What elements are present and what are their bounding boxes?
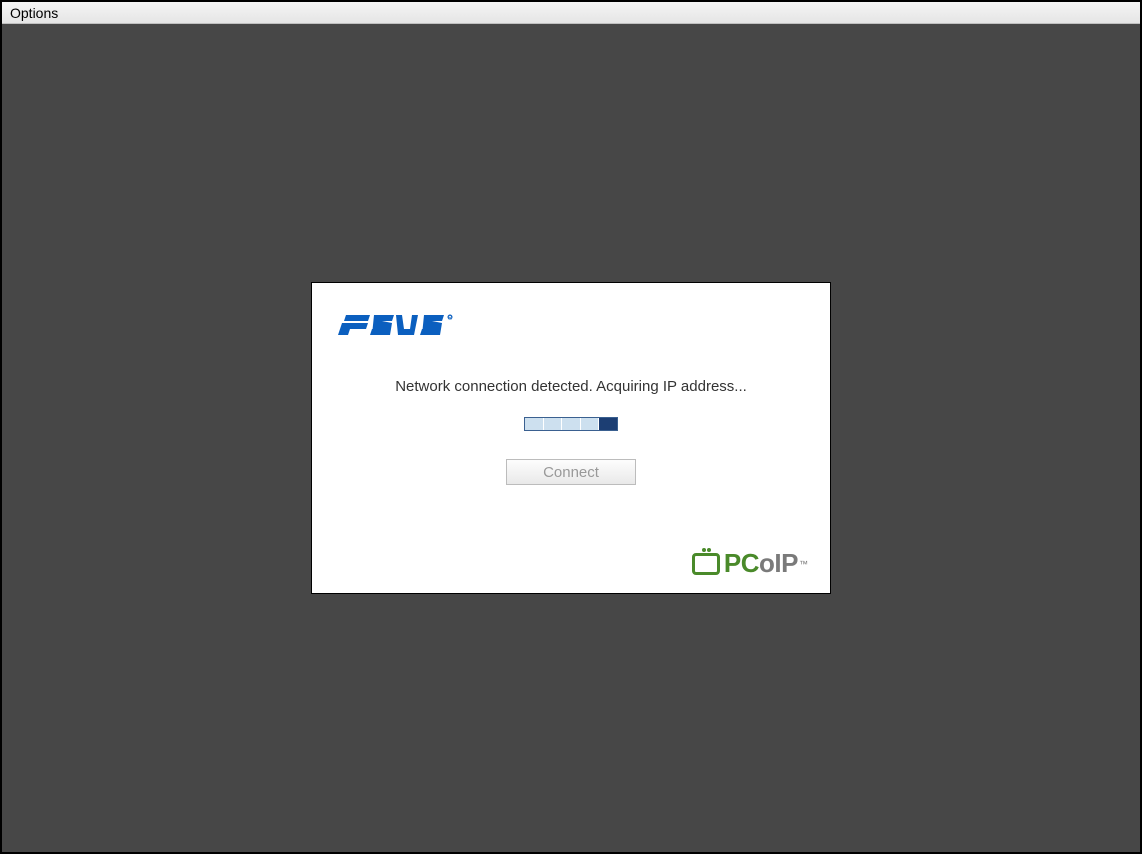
trademark-symbol: ™ xyxy=(799,559,808,569)
status-message: Network connection detected. Acquiring I… xyxy=(338,378,804,395)
progress-segment xyxy=(581,418,600,430)
connect-button[interactable]: Connect xyxy=(506,459,636,485)
content-area: R Network connection detected. Acquiring… xyxy=(2,24,1140,852)
pcoip-text: PCoIP xyxy=(724,548,798,579)
pcoip-tv-icon xyxy=(692,553,720,575)
options-menu[interactable]: Options xyxy=(6,5,62,21)
asus-logo: R xyxy=(338,309,804,344)
progress-segment xyxy=(562,418,581,430)
pcoip-logo: PCoIP™ xyxy=(692,548,808,579)
progress-segment-active xyxy=(599,418,617,430)
progress-bar xyxy=(524,417,618,431)
menubar: Options xyxy=(2,2,1140,24)
connection-panel: R Network connection detected. Acquiring… xyxy=(311,282,831,594)
svg-text:R: R xyxy=(448,316,452,322)
app-window: Options R Network connection detected. A… xyxy=(0,0,1142,854)
progress-segment xyxy=(544,418,563,430)
progress-segment xyxy=(525,418,544,430)
